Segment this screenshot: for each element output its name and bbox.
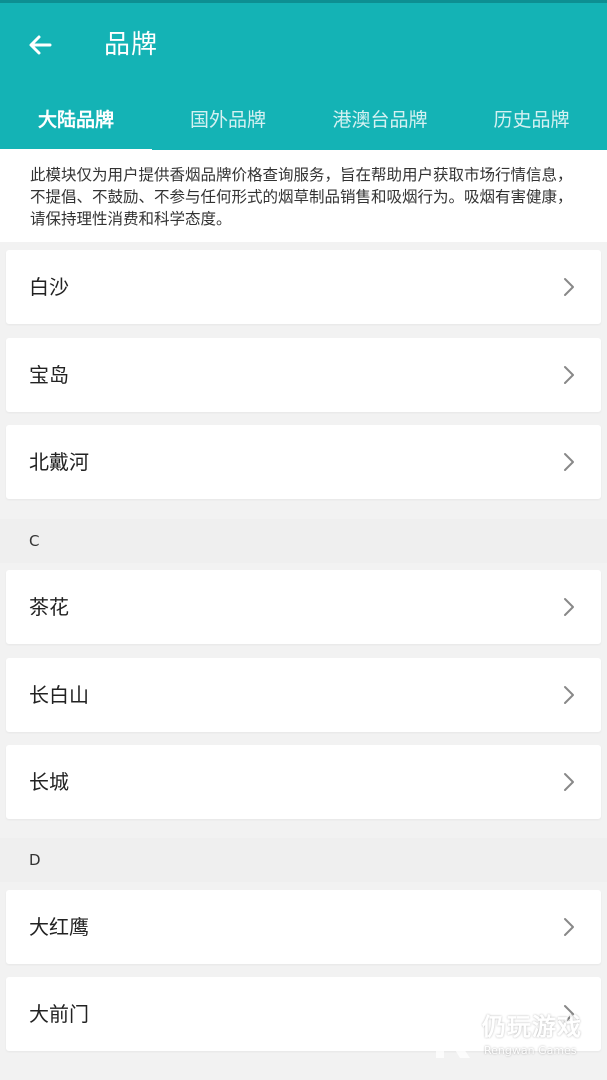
page-title: 品牌 [104, 30, 159, 60]
brand-name: 宝岛 [29, 363, 69, 387]
section-header-c: C [0, 519, 607, 563]
brand-row-dahongying[interactable]: 大红鹰 [6, 890, 601, 964]
brand-name: 大前门 [29, 1002, 89, 1026]
arrow-left-icon [29, 35, 52, 55]
brand-row-baodao[interactable]: 宝岛 [6, 338, 601, 412]
brand-name: 大红鹰 [29, 915, 89, 939]
watermark: 仍玩游戏 Rengwan Games [430, 1012, 600, 1062]
tab-foreign-brands[interactable]: 国外品牌 [152, 97, 304, 153]
watermark-title: 仍玩游戏 [482, 1013, 582, 1041]
brand-row-changcheng[interactable]: 长城 [6, 745, 601, 819]
chevron-right-icon [564, 278, 574, 296]
brand-name: 北戴河 [29, 450, 89, 474]
tab-historical-brands[interactable]: 历史品牌 [456, 97, 607, 153]
chevron-right-icon [564, 773, 574, 791]
brand-name: 长城 [29, 770, 69, 794]
chevron-right-icon [564, 598, 574, 616]
watermark-logo-icon [436, 1020, 470, 1058]
brand-row-chahua[interactable]: 茶花 [6, 570, 601, 644]
chevron-right-icon [564, 686, 574, 704]
tab-mainland-brands[interactable]: 大陆品牌 [0, 97, 152, 153]
chevron-right-icon [564, 453, 574, 471]
chevron-right-icon [564, 366, 574, 384]
app-header: 品牌 大陆品牌 国外品牌 港澳台品牌 历史品牌 [0, 0, 607, 153]
tab-hk-macau-taiwan-brands[interactable]: 港澳台品牌 [304, 97, 456, 153]
back-button[interactable] [22, 27, 58, 63]
disclaimer-notice: 此模块仅为用户提供香烟品牌价格查询服务，旨在帮助用户获取市场行情信息，不提倡、不… [0, 150, 607, 242]
watermark-subtitle: Rengwan Games [484, 1044, 577, 1057]
brand-name: 长白山 [29, 683, 89, 707]
section-letter: D [29, 851, 41, 869]
brand-name: 白沙 [29, 275, 69, 299]
brand-row-beidaihe[interactable]: 北戴河 [6, 425, 601, 499]
brand-name: 茶花 [29, 595, 69, 619]
brand-row-baisha[interactable]: 白沙 [6, 250, 601, 324]
brand-tabs: 大陆品牌 国外品牌 港澳台品牌 历史品牌 [0, 97, 607, 153]
chevron-right-icon [564, 918, 574, 936]
brand-row-changbaishan[interactable]: 长白山 [6, 658, 601, 732]
section-header-d: D [0, 838, 607, 882]
section-letter: C [29, 532, 40, 550]
